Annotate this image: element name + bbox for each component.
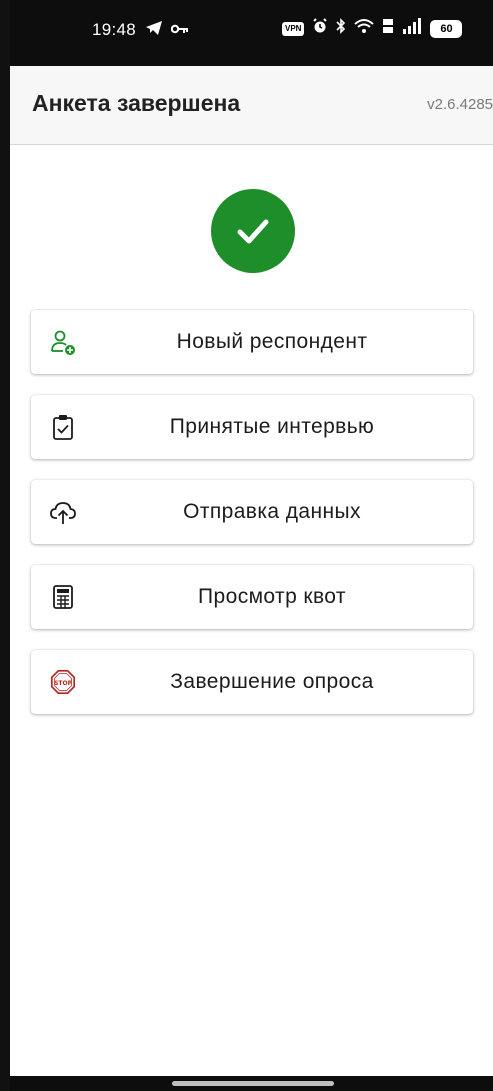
telegram-icon [145,20,163,41]
device-bezel [0,0,10,1091]
page-title: Анкета завершена [32,90,241,116]
new-respondent-label: Новый респондент [176,330,368,353]
send-data-button[interactable]: Отправка данных [31,480,473,544]
send-data-label: Отправка данных [183,500,361,523]
main-content: Новый респондент Принятые интервью Отпра… [10,145,493,1076]
navigation-bar [0,1076,493,1091]
calculator-icon [49,583,77,611]
add-person-icon [49,328,77,356]
view-quotas-button[interactable]: Просмотр квот [31,565,473,629]
status-time: 19:48 [92,20,137,39]
end-survey-button[interactable]: STOP Завершение опроса [31,650,473,714]
home-gesture-handle[interactable] [172,1081,334,1086]
new-respondent-button[interactable]: Новый респондент [31,310,473,374]
stop-sign-icon: STOP [49,668,77,696]
accepted-interviews-button[interactable]: Принятые интервью [31,395,473,459]
view-quotas-label: Просмотр квот [198,585,346,608]
alarm-icon [312,18,328,39]
phone-screen: 19:48 VPN 60 Анкета завершена v2.6.4285 … [0,0,493,1091]
status-bar: 19:48 VPN 60 [0,0,493,66]
accepted-interviews-label: Принятые интервью [169,415,375,438]
end-survey-label: Завершение опроса [170,670,374,693]
key-icon [170,22,189,40]
bluetooth-icon [336,18,346,39]
battery-icon: 60 [430,19,463,38]
signal-icon [402,18,422,39]
app-bar: Анкета завершена v2.6.4285 [10,66,493,145]
wifi-icon [354,18,375,39]
volte-icon [382,18,394,39]
version-label: v2.6.4285 [427,96,493,113]
clipboard-check-icon [49,413,77,441]
svg-text:STOP: STOP [54,680,73,687]
success-check-icon [211,189,295,273]
cloud-upload-icon [49,498,77,526]
vpn-icon: VPN [282,21,305,36]
